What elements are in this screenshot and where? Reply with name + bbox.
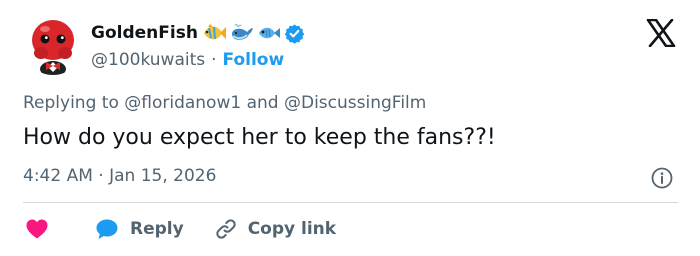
- like-button[interactable]: [24, 217, 50, 241]
- x-logo-icon[interactable]: [646, 18, 676, 51]
- tropical-fish-emoji-icon: [201, 22, 227, 44]
- action-bar: Reply Copy link: [24, 216, 336, 242]
- divider: [23, 202, 678, 203]
- copy-link-label: Copy link: [247, 219, 337, 239]
- replying-to-line: Replying to @floridanow1 and @Discussing…: [23, 93, 426, 113]
- reply-button[interactable]: Reply: [94, 217, 184, 241]
- verified-badge-icon: [284, 23, 305, 44]
- author-handle[interactable]: @100kuwaits: [91, 50, 205, 70]
- replying-prefix: Replying to: [23, 93, 119, 113]
- tweet-text: How do you expect her to keep the fans??…: [23, 125, 496, 150]
- reply-label: Reply: [130, 219, 184, 239]
- fish-emoji-icon: [257, 22, 281, 44]
- mention-link[interactable]: @floridanow1: [124, 93, 241, 113]
- speech-bubble-icon: [94, 217, 120, 241]
- author-name-row: GoldenFish: [91, 21, 305, 45]
- link-icon: [214, 217, 238, 241]
- display-name[interactable]: GoldenFish: [91, 23, 198, 43]
- heart-icon: [24, 217, 50, 241]
- avatar[interactable]: [23, 15, 83, 75]
- replying-conjunction: and: [246, 93, 279, 113]
- info-icon[interactable]: [650, 166, 674, 194]
- tweet-timestamp[interactable]: 4:42 AM · Jan 15, 2026: [23, 166, 216, 186]
- separator-dot: ·: [211, 50, 217, 70]
- follow-button[interactable]: Follow: [223, 50, 285, 70]
- mention-link[interactable]: @DiscussingFilm: [284, 93, 426, 113]
- tweet-card: GoldenFish @100kuwaits · Follow Replying…: [0, 0, 700, 256]
- copy-link-button[interactable]: Copy link: [214, 217, 336, 241]
- handle-row: @100kuwaits · Follow: [91, 49, 284, 71]
- whale-emoji-icon: [230, 22, 254, 44]
